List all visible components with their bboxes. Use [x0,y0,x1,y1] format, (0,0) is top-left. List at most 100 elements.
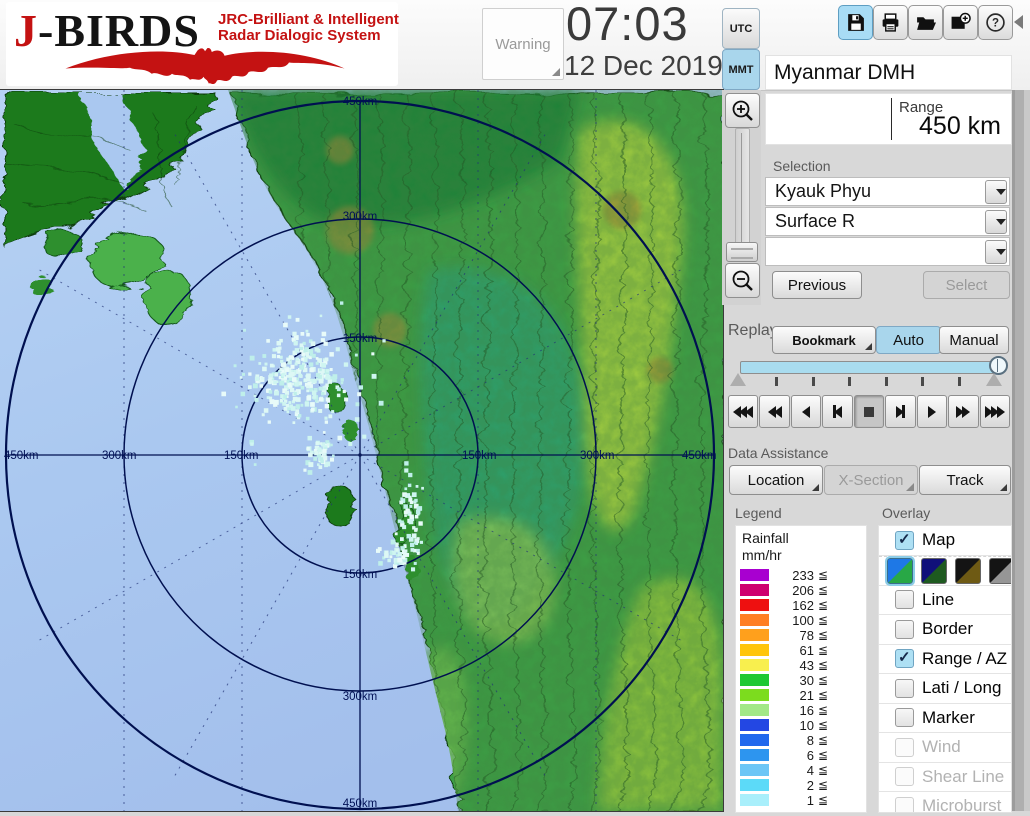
map-style-black-gray-button[interactable] [989,557,1011,584]
map-style-blue-green-button[interactable] [885,555,915,586]
step-backward-button[interactable] [822,395,853,428]
help-icon: ? [986,13,1005,32]
playback-controls [728,395,1010,428]
overlay-checkbox-marker[interactable] [895,708,914,728]
play-icon [927,405,936,418]
overlay-label: Overlay [882,505,931,521]
radar-map[interactable]: 450km 300km 150km 150km 300km 450km 450k… [0,89,724,812]
product-dropdown[interactable]: Surface R [765,207,1010,236]
manual-mode-button[interactable]: Manual [939,326,1009,354]
legend-value: 6 [806,748,814,763]
step-forward-button[interactable] [885,395,916,428]
legend-color-swatch [740,749,769,761]
timeline-tick [848,377,852,386]
legend-value: 206 [792,583,814,598]
auto-mode-button[interactable]: Auto [876,326,941,354]
overlay-checkbox-range-az[interactable] [895,648,914,669]
overlay-item-label: Border [922,619,974,639]
replay-end-marker[interactable] [986,373,1002,386]
svg-text:150km: 150km [343,333,378,345]
legend-row: 6 ≦ [736,748,866,763]
legend-row: 162 ≦ [736,598,866,613]
option-dropdown[interactable] [765,237,1010,266]
legend-lte-symbol: ≦ [818,643,829,657]
legend-color-swatch [740,674,769,686]
location-button[interactable]: Location [729,465,823,495]
legend-row: 30 ≦ [736,673,866,688]
legend-value: 8 [806,733,814,748]
overlay-row-border: Border [879,615,1011,645]
fast-rewind-triple-button[interactable] [728,395,759,428]
fast-forward-icon [962,405,971,418]
fast-forward-button[interactable] [948,395,979,428]
range-divider [891,98,892,140]
legend-lte-symbol: ≦ [818,778,829,792]
legend-color-swatch [740,659,769,671]
manual-label: Manual [949,331,999,349]
x-section-button[interactable]: X-Section [824,465,918,495]
app-logo: J-BIRDS JRC-Brilliant & Intelligent Rada… [6,2,399,86]
overlay-checkbox-wind[interactable] [895,737,914,757]
replay-timeline-track[interactable] [740,361,1000,374]
bookmark-button[interactable]: Bookmark [772,326,876,354]
overlay-checkbox-line[interactable] [895,590,914,610]
overlay-checkbox-border[interactable] [895,619,914,639]
select-button[interactable]: Select [923,271,1010,299]
save-button[interactable] [838,5,873,40]
chevron-down-icon [995,189,1006,195]
overlay-checkbox-lati-long[interactable] [895,678,914,698]
overlay-item-label: Map [922,530,956,550]
fast-rewind-triple-icon [745,405,754,418]
overlay-item-label: Microburst [922,796,1002,813]
overlay-row-microburst: Microburst [879,792,1011,813]
overlay-checkbox-map[interactable] [895,530,914,550]
svg-text:150km: 150km [224,450,259,462]
utc-toggle-button[interactable]: UTC [722,8,760,49]
help-button[interactable]: ? [978,5,1013,40]
step-backward-icon [834,405,843,418]
svg-text:450km: 450km [343,96,378,108]
map-style-black-olive-button[interactable] [955,557,981,584]
previous-button[interactable]: Previous [772,271,862,299]
svg-text:150km: 150km [343,569,378,581]
station-dropdown-button[interactable] [985,180,1007,204]
svg-text:450km: 450km [682,450,717,462]
warning-corner-icon [552,68,560,76]
fast-rewind-button[interactable] [759,395,790,428]
legend-color-swatch [740,614,769,626]
add-image-button[interactable] [943,5,978,40]
open-folder-button[interactable] [908,5,943,40]
save-icon [848,14,864,31]
overlay-checkbox-shear-line[interactable] [895,767,914,787]
warning-button[interactable]: Warning [482,8,564,80]
legend-lte-symbol: ≦ [818,718,829,732]
legend-value: 233 [792,568,814,583]
svg-text:300km: 300km [580,450,615,462]
svg-text:300km: 300km [343,211,378,223]
print-button[interactable] [873,5,908,40]
mmt-toggle-button[interactable]: MMT [722,49,760,90]
fast-forward-triple-button[interactable] [979,395,1010,428]
play-button[interactable] [916,395,948,428]
track-button[interactable]: Track [919,465,1011,495]
zoom-in-button[interactable] [725,93,760,128]
legend-value: 2 [806,778,814,793]
data-assistance-label: Data Assistance [728,445,829,461]
station-dropdown[interactable]: Kyauk Phyu [765,177,1010,206]
map-style-navy-darkgreen-button[interactable] [921,557,947,584]
option-dropdown-button[interactable] [985,240,1007,264]
right-edge-strip[interactable] [1012,90,1030,811]
svg-text:?: ? [992,18,999,30]
play-reverse-button[interactable] [790,395,822,428]
step-forward-icon [901,405,905,418]
chevron-down-icon [995,219,1006,225]
zoom-out-button[interactable] [725,263,760,298]
add-image-icon [951,12,971,29]
legend-value: 4 [806,763,814,778]
zoom-out-icon [732,270,753,291]
replay-start-marker[interactable] [730,373,746,386]
collapse-panel-arrow-icon[interactable] [1014,15,1023,29]
map-zoom-slider-thumb[interactable] [726,242,758,262]
product-dropdown-button[interactable] [985,210,1007,234]
stop-button[interactable] [853,395,885,428]
